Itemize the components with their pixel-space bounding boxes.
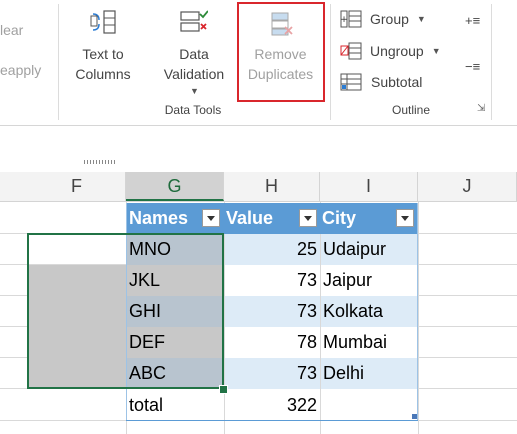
- grid-line: [418, 202, 419, 434]
- group-separator: [491, 4, 492, 120]
- table-header-names-label: Names: [129, 208, 189, 228]
- subtotal-label: Subtotal: [371, 74, 423, 90]
- text-to-columns-line2: Columns: [75, 66, 131, 82]
- outline-group-label: Outline: [392, 103, 431, 117]
- column-header-g[interactable]: G: [126, 172, 224, 201]
- chevron-down-icon: ▼: [416, 14, 426, 24]
- filter-dropdown-icon[interactable]: [202, 209, 220, 227]
- group-label: Group: [370, 11, 409, 27]
- table-cell-value[interactable]: 73: [225, 265, 320, 296]
- remove-duplicates-line2: Duplicates: [247, 66, 314, 82]
- table-right-border: [417, 203, 418, 420]
- data-validation-line2: Validation: [163, 66, 225, 82]
- data-validation-icon: [180, 10, 208, 32]
- ribbon-bottom-border: [0, 125, 517, 126]
- chevron-down-icon: ▼: [431, 46, 441, 56]
- show-detail-icon[interactable]: +≡: [465, 14, 480, 27]
- table-header-city-label: City: [322, 208, 357, 228]
- group-icon: +: [340, 10, 362, 28]
- table-bottom-border: [126, 420, 418, 421]
- table-cell-city[interactable]: Kolkata: [321, 296, 418, 327]
- filter-dropdown-icon[interactable]: [396, 209, 414, 227]
- group-separator: [58, 4, 59, 120]
- clear-button-label[interactable]: lear: [0, 20, 23, 40]
- table-cell-value[interactable]: 73: [225, 358, 320, 389]
- table-cell-value[interactable]: 78: [225, 327, 320, 358]
- fill-handle[interactable]: [219, 385, 228, 394]
- table-header-value-label: Value: [226, 208, 274, 228]
- subtotal-icon: [340, 73, 362, 91]
- svg-text:+: +: [340, 15, 348, 25]
- column-header-f[interactable]: F: [28, 172, 126, 201]
- table-cell-value[interactable]: 73: [225, 296, 320, 327]
- table-header-value: Value: [224, 203, 320, 234]
- table-cell-value[interactable]: 25: [225, 234, 320, 265]
- table-cell-city[interactable]: Udaipur: [321, 234, 418, 265]
- chevron-down-icon: ▼: [190, 86, 199, 96]
- column-header-row: F G H I J: [0, 172, 517, 202]
- pane-splitter-handle[interactable]: [84, 160, 116, 164]
- data-tools-group-label: Data Tools: [164, 103, 222, 117]
- total-value-cell[interactable]: 322: [225, 390, 320, 421]
- data-validation-line1: Data: [179, 46, 209, 62]
- table-resize-handle[interactable]: [412, 414, 417, 419]
- dialog-launcher-icon[interactable]: ⇲: [477, 103, 485, 114]
- filter-dropdown-icon[interactable]: [299, 209, 317, 227]
- hide-detail-icon[interactable]: −≡: [465, 60, 480, 73]
- remove-duplicates-button[interactable]: Remove Duplicates: [237, 2, 325, 102]
- column-header-h[interactable]: H: [224, 172, 320, 201]
- table-cell-city[interactable]: Delhi: [321, 358, 418, 389]
- column-header-j[interactable]: J: [418, 172, 517, 201]
- ribbon: lear eapply Text to Columns Data Validat…: [0, 0, 517, 125]
- total-label-cell[interactable]: total: [126, 390, 224, 421]
- table-cell-city[interactable]: Mumbai: [321, 327, 418, 358]
- data-validation-button[interactable]: Data Validation ▼: [156, 4, 232, 100]
- selection-border: [27, 233, 224, 389]
- ungroup-label: Ungroup: [370, 43, 424, 59]
- column-header-i[interactable]: I: [320, 172, 418, 201]
- ungroup-button[interactable]: Ungroup ▼: [340, 40, 441, 62]
- subtotal-button[interactable]: Subtotal: [340, 71, 422, 93]
- table-cell-city[interactable]: Jaipur: [321, 265, 418, 296]
- remove-duplicates-line1: Remove: [254, 46, 307, 62]
- group-button[interactable]: + Group ▼: [340, 8, 426, 30]
- reapply-button-label[interactable]: eapply: [0, 60, 41, 80]
- ungroup-icon: [340, 42, 362, 60]
- table-header-city: City: [320, 203, 418, 234]
- group-separator: [330, 4, 331, 120]
- table-header-names: Names: [126, 203, 224, 234]
- remove-duplicates-icon: [271, 12, 293, 36]
- text-to-columns-button[interactable]: Text to Columns: [68, 4, 138, 86]
- text-to-columns-line1: Text to: [82, 46, 124, 62]
- text-to-columns-icon: [90, 10, 116, 34]
